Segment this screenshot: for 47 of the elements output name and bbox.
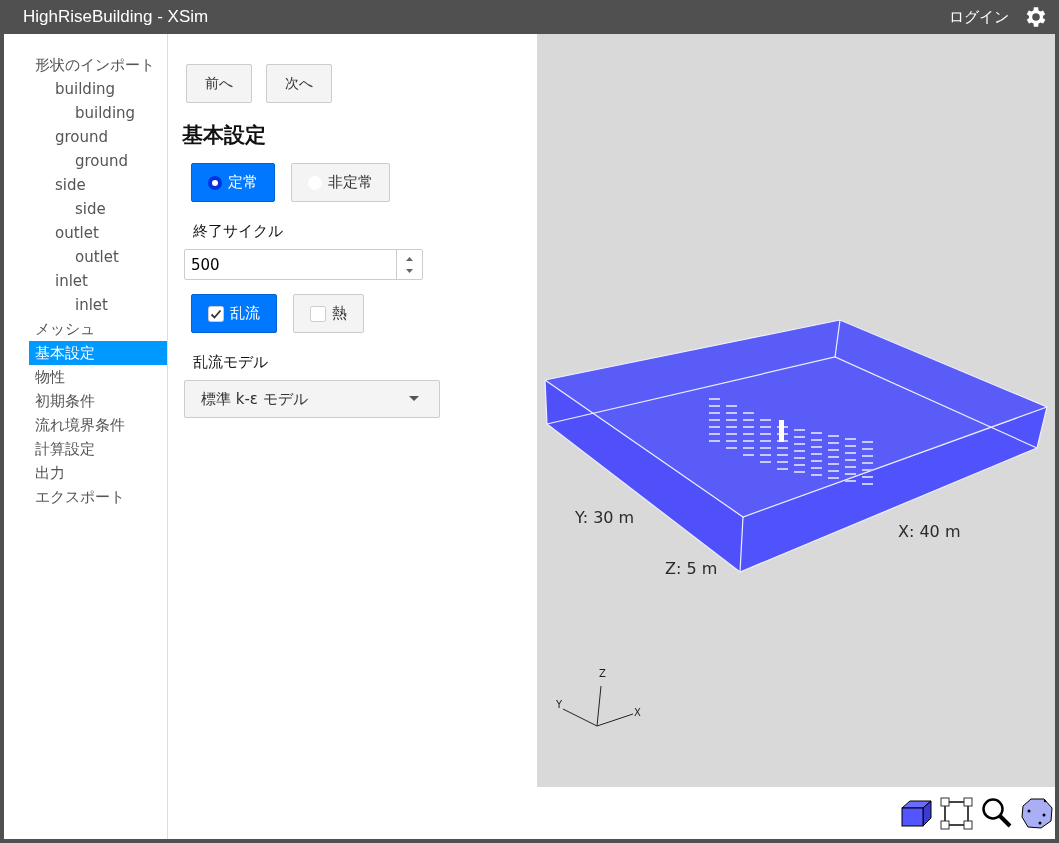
window-title: HighRiseBuilding - XSim [23,7,210,27]
sidebar-item[interactable]: outlet [29,221,167,245]
caret-icon [409,396,419,402]
sidebar-item[interactable]: 出力 [29,461,167,485]
search-icon[interactable] [981,797,1013,829]
sidebar-item[interactable]: inlet [29,269,167,293]
3d-viewport[interactable]: Y: 30 m X: 40 m Z: 5 m Z Y X [537,34,1055,787]
axis-triad [562,685,634,727]
login-link[interactable]: ログイン [949,7,1009,27]
nav-button[interactable]: 次へ [266,64,332,103]
sidebar-item[interactable]: outlet [29,245,167,269]
number-field[interactable]: 500 [184,249,423,280]
dimension-label: Z: 5 m [665,559,718,578]
checkbox-icon [310,305,326,322]
polyhedron-icon[interactable] [1021,797,1053,829]
sidebar-item[interactable]: 計算設定 [29,437,167,461]
sidebar-item[interactable]: メッシュ [29,317,167,341]
sidebar-item[interactable]: 初期条件 [29,389,167,413]
sidebar-item[interactable]: ground [29,125,167,149]
axis-label: Z [599,668,606,679]
sidebar-item[interactable]: side [29,173,167,197]
sidebar-item[interactable]: 流れ境界条件 [29,413,167,437]
mode-radio-button[interactable]: 定常 [191,163,275,202]
axis-label: Y [556,699,563,710]
radio-icon [208,175,222,190]
checkbox-icon [208,305,224,322]
sidebar-item[interactable]: エクスポート [29,485,167,509]
sidebar-item[interactable]: side [29,197,167,221]
bounding-frame-icon[interactable] [940,796,973,830]
field-label: 乱流モデル [193,353,269,372]
sidebar-item[interactable]: building [29,101,167,125]
option-checkbox-button[interactable]: 乱流 [191,294,277,333]
sidebar-item[interactable]: 形状のインポート [29,53,167,77]
model-dropdown[interactable]: 標準 k-ε モデル [184,380,440,418]
dimension-label: X: 40 m [898,522,961,541]
dimension-label: Y: 30 m [575,508,635,527]
option-checkbox-button[interactable]: 熱 [293,294,364,333]
cube-icon[interactable] [901,799,932,827]
sidebar-item[interactable]: 物性 [29,365,167,389]
nav-button[interactable]: 前へ [186,64,252,103]
axis-label: X [634,707,641,718]
sidebar-item[interactable]: ground [29,149,167,173]
mode-radio-button[interactable]: 非定常 [291,163,390,202]
field-label: 終了サイクル [193,222,284,241]
sidebar-item[interactable]: inlet [29,293,167,317]
section-heading: 基本設定 [182,122,267,149]
sidebar-item[interactable]: building [29,77,167,101]
